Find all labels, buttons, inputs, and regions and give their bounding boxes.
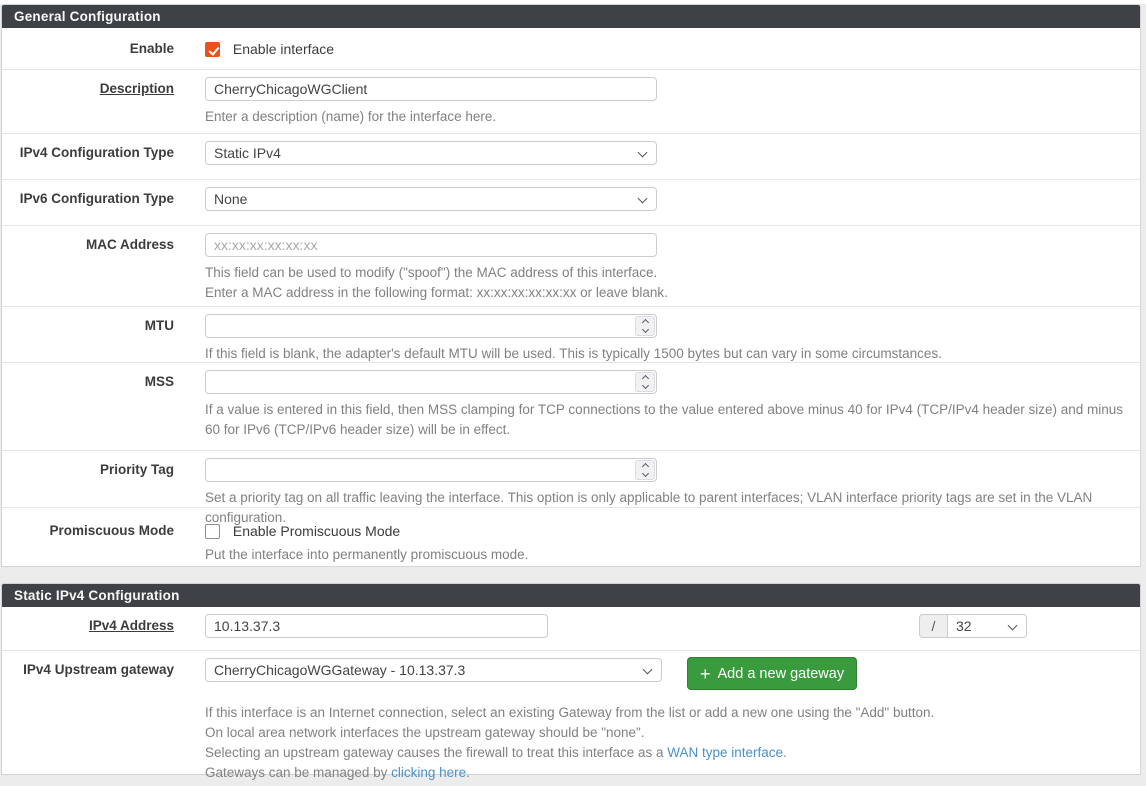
static-ipv4-configuration-panel: Static IPv4 Configuration IPv4 Address /…	[1, 583, 1141, 775]
mtu-row: MTU If this field is blank, the adapter'…	[2, 307, 1140, 363]
enable-row: Enable Enable interface	[2, 28, 1140, 70]
ipv6-configuration-type-select[interactable]: None	[205, 187, 657, 211]
mac-address-input[interactable]	[205, 233, 657, 257]
description-label: Description	[2, 70, 190, 133]
wan-type-interface-link[interactable]: WAN type interface	[667, 745, 783, 760]
ipv6-configuration-type-label: IPv6 Configuration Type	[2, 180, 190, 225]
number-stepper-icon[interactable]	[635, 316, 655, 336]
description-row: Description Enter a description (name) f…	[2, 70, 1140, 134]
ipv4-configuration-type-select[interactable]: Static IPv4	[205, 141, 657, 165]
mss-help: If a value is entered in this field, the…	[205, 400, 1124, 440]
general-configuration-panel: General Configuration Enable Enable inte…	[1, 4, 1141, 567]
subnet-separator: /	[919, 614, 948, 638]
add-new-gateway-button[interactable]: + Add a new gateway	[687, 657, 857, 690]
promiscuous-mode-label: Promiscuous Mode	[2, 508, 190, 566]
promiscuous-mode-checkbox-label: Enable Promiscuous Mode	[233, 523, 400, 539]
promiscuous-mode-checkbox[interactable]	[205, 524, 220, 539]
ipv6-configuration-type-row: IPv6 Configuration Type None	[2, 180, 1140, 226]
ipv4-address-label: IPv4 Address	[2, 607, 190, 650]
number-stepper-icon[interactable]	[635, 372, 655, 392]
enable-interface-checkbox[interactable]	[205, 42, 220, 57]
mtu-input[interactable]	[205, 314, 657, 338]
plus-icon: +	[700, 665, 711, 683]
mac-address-label: MAC Address	[2, 226, 190, 306]
ipv4-configuration-type-row: IPv4 Configuration Type Static IPv4	[2, 134, 1140, 180]
mtu-help: If this field is blank, the adapter's de…	[205, 344, 1124, 364]
mtu-label: MTU	[2, 307, 190, 362]
number-stepper-icon[interactable]	[635, 460, 655, 480]
ipv4-address-input[interactable]	[205, 614, 548, 638]
general-configuration-title: General Configuration	[2, 5, 1140, 28]
subnet-mask-select[interactable]: 32	[947, 614, 1027, 638]
mss-row: MSS If a value is entered in this field,…	[2, 363, 1140, 451]
priority-tag-row: Priority Tag Set a priority tag on all t…	[2, 451, 1140, 508]
priority-tag-label: Priority Tag	[2, 451, 190, 507]
mac-address-help: This field can be used to modify ("spoof…	[205, 263, 1124, 303]
ipv4-upstream-gateway-row: IPv4 Upstream gateway CherryChicagoWGGat…	[2, 651, 1140, 774]
promiscuous-mode-row: Promiscuous Mode Enable Promiscuous Mode…	[2, 508, 1140, 566]
clicking-here-link[interactable]: clicking here	[391, 765, 466, 780]
static-ipv4-configuration-title: Static IPv4 Configuration	[2, 584, 1140, 607]
ipv4-configuration-type-label: IPv4 Configuration Type	[2, 134, 190, 179]
ipv4-upstream-gateway-select[interactable]: CherryChicagoWGGateway - 10.13.37.3	[205, 658, 662, 682]
ipv4-address-row: IPv4 Address / 32	[2, 607, 1140, 651]
mss-input[interactable]	[205, 370, 657, 394]
mss-label: MSS	[2, 363, 190, 450]
mac-address-row: MAC Address This field can be used to mo…	[2, 226, 1140, 307]
enable-label: Enable	[2, 28, 190, 69]
enable-interface-checkbox-label: Enable interface	[233, 41, 334, 57]
ipv4-upstream-gateway-help: If this interface is an Internet connect…	[205, 703, 1124, 783]
promiscuous-mode-help: Put the interface into permanently promi…	[205, 545, 1124, 565]
ipv4-upstream-gateway-label: IPv4 Upstream gateway	[2, 651, 190, 774]
description-input[interactable]	[205, 77, 657, 101]
description-help: Enter a description (name) for the inter…	[205, 107, 1124, 127]
priority-tag-input[interactable]	[205, 458, 657, 482]
